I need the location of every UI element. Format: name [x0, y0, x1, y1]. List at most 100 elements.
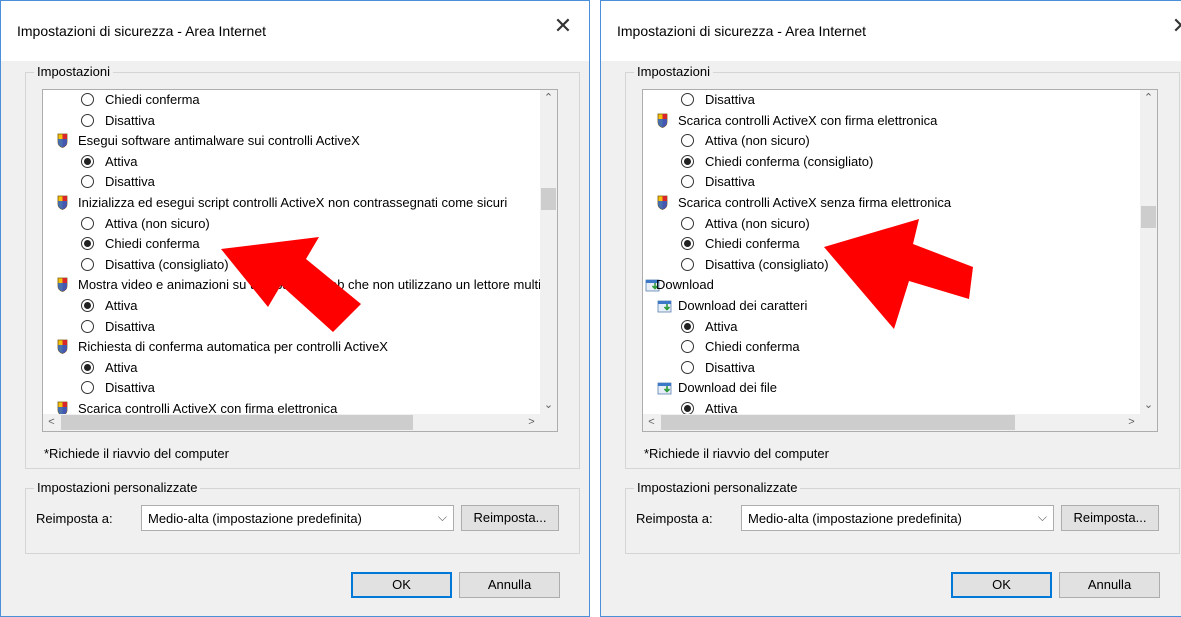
- radio-option[interactable]: Disattiva: [43, 172, 540, 192]
- security-level-select[interactable]: Medio-alta (impostazione predefinita) ⌵: [141, 505, 454, 531]
- radio-unselected[interactable]: [81, 257, 94, 271]
- reset-button[interactable]: Reimposta...: [1061, 505, 1159, 531]
- radio-selected[interactable]: [81, 154, 94, 168]
- radio-unselected[interactable]: [681, 175, 694, 189]
- shield-icon: [57, 277, 68, 293]
- radio-unselected[interactable]: [81, 319, 94, 333]
- radio-label: Chiedi conferma: [705, 339, 800, 355]
- security-level-value: Medio-alta (impostazione predefinita): [748, 511, 962, 526]
- security-level-select[interactable]: Medio-alta (impostazione predefinita) ⌵: [741, 505, 1054, 531]
- restart-note: *Richiede il riavvio del computer: [644, 446, 829, 461]
- title-bar: Impostazioni di sicurezza - Area Interne…: [1, 1, 589, 61]
- radio-option[interactable]: Disattiva: [643, 172, 1140, 192]
- heading-label: Scarica controlli ActiveX con firma elet…: [78, 401, 338, 414]
- reset-to-label: Reimposta a:: [36, 511, 113, 526]
- custom-settings-group: Impostazioni personalizzate Reimposta a:…: [625, 480, 1180, 554]
- shield-icon: [657, 113, 668, 128]
- radio-unselected[interactable]: [81, 93, 94, 106]
- radio-option[interactable]: Chiedi conferma: [43, 90, 540, 110]
- radio-unselected[interactable]: [681, 360, 694, 374]
- shield-icon: [57, 401, 68, 414]
- vertical-scrollbar[interactable]: ⌃ ⌄: [1140, 90, 1157, 414]
- dialog-title: Impostazioni di sicurezza - Area Interne…: [17, 23, 267, 39]
- horizontal-scrollbar[interactable]: < >: [643, 414, 1140, 431]
- radio-selected[interactable]: [681, 154, 694, 168]
- radio-label: Chiedi conferma: [705, 236, 800, 252]
- scroll-down-icon[interactable]: ⌄: [540, 397, 557, 414]
- close-icon[interactable]: ✕: [551, 15, 575, 39]
- radio-unselected[interactable]: [81, 113, 94, 127]
- radio-unselected[interactable]: [681, 134, 694, 148]
- radio-selected[interactable]: [81, 237, 94, 251]
- vertical-scrollbar[interactable]: ⌃ ⌄: [540, 90, 557, 414]
- settings-heading: Scarica controlli ActiveX con firma elet…: [643, 111, 1140, 131]
- radio-unselected[interactable]: [681, 93, 694, 106]
- radio-option[interactable]: Disattiva: [643, 358, 1140, 378]
- radio-label: Attiva (non sicuro): [105, 215, 210, 231]
- custom-group-label: Impostazioni personalizzate: [34, 480, 201, 495]
- reset-button[interactable]: Reimposta...: [461, 505, 559, 531]
- radio-option[interactable]: Disattiva: [43, 378, 540, 398]
- vertical-scroll-thumb[interactable]: [541, 188, 556, 210]
- radio-selected[interactable]: [81, 299, 94, 312]
- radio-unselected[interactable]: [81, 216, 94, 230]
- radio-option[interactable]: Attiva (non sicuro): [43, 214, 540, 234]
- radio-label: Disattiva: [105, 380, 155, 396]
- scroll-left-icon[interactable]: <: [43, 414, 60, 431]
- radio-unselected[interactable]: [81, 175, 94, 189]
- radio-option[interactable]: Chiedi conferma: [643, 337, 1140, 357]
- shield-icon: [57, 339, 68, 355]
- radio-selected[interactable]: [681, 237, 694, 251]
- settings-group-label: Impostazioni: [634, 64, 713, 79]
- red-arrow-annotation: [221, 237, 361, 332]
- horizontal-scrollbar[interactable]: < >: [43, 414, 540, 431]
- scroll-down-icon[interactable]: ⌄: [1140, 397, 1157, 414]
- shield-icon: [57, 195, 68, 210]
- heading-label: Download dei caratteri: [678, 298, 808, 313]
- radio-label: Disattiva: [705, 359, 755, 375]
- radio-unselected[interactable]: [681, 340, 694, 354]
- scroll-up-icon[interactable]: ⌃: [540, 90, 557, 107]
- radio-selected[interactable]: [681, 402, 694, 414]
- custom-group-label: Impostazioni personalizzate: [634, 480, 801, 495]
- radio-option[interactable]: Attiva: [43, 358, 540, 378]
- scroll-left-icon[interactable]: <: [643, 414, 660, 431]
- radio-label: Attiva: [705, 318, 738, 334]
- close-icon[interactable]: ✕: [1169, 15, 1181, 39]
- radio-option[interactable]: Disattiva: [43, 111, 540, 131]
- scrollbar-corner: [540, 414, 557, 431]
- radio-label: Chiedi conferma (consigliato): [705, 153, 874, 169]
- vertical-scroll-thumb[interactable]: [1141, 206, 1156, 228]
- radio-label: Attiva: [105, 359, 138, 375]
- radio-selected[interactable]: [81, 360, 94, 374]
- horizontal-scroll-thumb[interactable]: [61, 415, 413, 430]
- radio-option[interactable]: Disattiva: [643, 90, 1140, 110]
- dialog-title: Impostazioni di sicurezza - Area Interne…: [617, 23, 867, 39]
- radio-unselected[interactable]: [681, 257, 694, 271]
- horizontal-scroll-thumb[interactable]: [661, 415, 1015, 430]
- security-settings-dialog-left: Impostazioni di sicurezza - Area Interne…: [0, 0, 590, 617]
- scroll-right-icon[interactable]: >: [1123, 414, 1140, 431]
- red-arrow-shape: [221, 237, 361, 332]
- radio-option[interactable]: Chiedi conferma (consigliato): [643, 152, 1140, 172]
- ok-button[interactable]: OK: [951, 572, 1052, 598]
- settings-group-label: Impostazioni: [34, 64, 113, 79]
- radio-label: Attiva: [105, 153, 138, 169]
- scroll-up-icon[interactable]: ⌃: [1140, 90, 1157, 107]
- radio-option[interactable]: Attiva: [43, 152, 540, 172]
- scroll-right-icon[interactable]: >: [523, 414, 540, 431]
- cancel-button[interactable]: Annulla: [1059, 572, 1160, 598]
- radio-option[interactable]: Attiva (non sicuro): [643, 131, 1140, 151]
- settings-heading: Esegui software antimalware sui controll…: [43, 131, 540, 151]
- heading-label: Richiesta di conferma automatica per con…: [78, 339, 388, 355]
- restart-note: *Richiede il riavvio del computer: [44, 446, 229, 461]
- radio-selected[interactable]: [681, 319, 694, 333]
- ok-button[interactable]: OK: [351, 572, 452, 598]
- radio-unselected[interactable]: [681, 216, 694, 230]
- radio-unselected[interactable]: [81, 381, 94, 395]
- radio-label: Chiedi conferma: [105, 236, 200, 252]
- cancel-button[interactable]: Annulla: [459, 572, 560, 598]
- radio-label: Attiva: [705, 401, 738, 414]
- radio-option[interactable]: Attiva: [643, 399, 1140, 414]
- heading-label: Esegui software antimalware sui controll…: [78, 133, 360, 149]
